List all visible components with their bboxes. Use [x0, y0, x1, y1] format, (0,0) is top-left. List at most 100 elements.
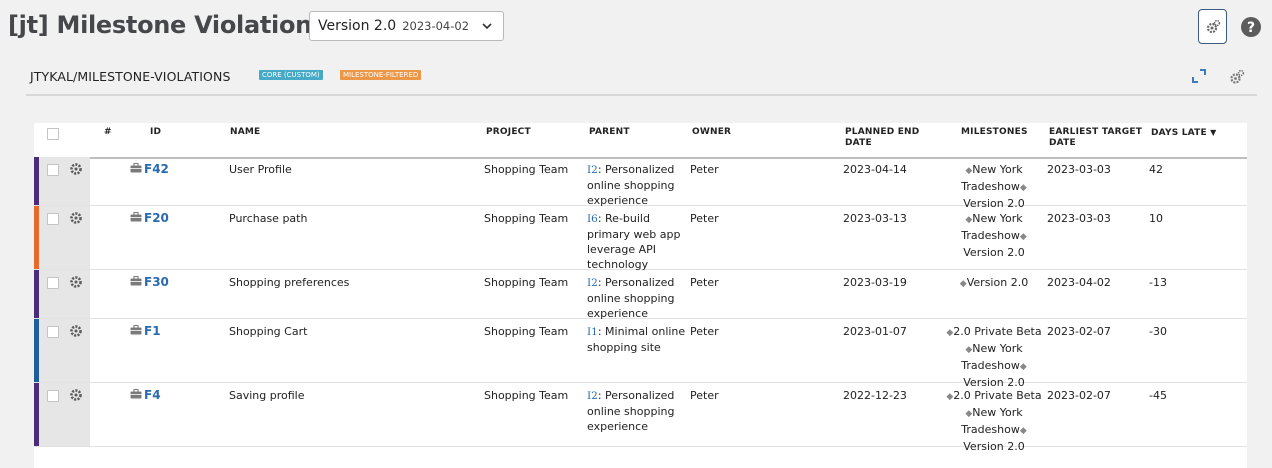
briefcase-icon — [130, 276, 142, 286]
row-name: Saving profile — [229, 389, 305, 402]
row-name: User Profile — [229, 163, 292, 176]
version-select[interactable]: Version 2.0 2023-04-02 — [309, 11, 504, 41]
svg-text:?: ? — [1247, 20, 1255, 36]
row-milestones: ◆New York Tradeshow◆ Version 2.0 — [938, 211, 1050, 260]
gear-icon[interactable] — [69, 275, 83, 289]
milestone-line: ◆2.0 Private Beta — [946, 325, 1042, 338]
diamond-icon: ◆ — [965, 409, 973, 419]
column-header-planned-end-line2: DATE — [845, 138, 872, 148]
table-row[interactable]: F20 Purchase path Shopping Team I6: Re-b… — [34, 206, 1247, 272]
row-parent-link[interactable]: I1 — [587, 326, 598, 338]
column-header-earliest-target-date[interactable]: EARLIEST TARGET DATE — [1049, 127, 1142, 149]
column-header-hash[interactable]: # — [104, 127, 112, 138]
badge-milestone-filtered: MILESTONE-FILTERED — [340, 70, 422, 80]
row-checkbox[interactable] — [47, 213, 59, 225]
table-row[interactable]: F4 Saving profile Shopping Team I2: Pers… — [34, 383, 1247, 453]
row-earliest-target-date: 2023-03-03 — [1047, 212, 1111, 225]
milestone-line: Tradeshow◆ — [961, 229, 1027, 242]
briefcase-icon — [130, 163, 142, 173]
row-parent: I2: Personalized online shopping experie… — [587, 162, 687, 208]
row-days-late: -45 — [1149, 389, 1167, 402]
column-header-planned-end-line1: PLANNED END — [845, 127, 920, 137]
milestone-line: Tradeshow◆ — [961, 359, 1027, 372]
row-id-link[interactable]: F4 — [144, 388, 161, 402]
milestone-line: ◆New York — [965, 163, 1023, 176]
row-checkbox[interactable] — [47, 326, 59, 338]
gadget-settings-icon[interactable] — [1229, 69, 1245, 85]
expand-icon[interactable] — [1192, 69, 1206, 83]
diamond-icon: ◆ — [946, 392, 954, 402]
row-parent: I1: Minimal online shopping site — [587, 324, 687, 355]
milestone-line: Tradeshow◆ — [961, 423, 1027, 436]
column-header-name[interactable]: NAME — [230, 127, 260, 138]
chevron-down-icon — [482, 23, 492, 30]
results-table: # ID NAME PROJECT PARENT OWNER PLANNED E… — [34, 123, 1247, 468]
row-id-link[interactable]: F30 — [144, 275, 169, 289]
row-checkbox[interactable] — [47, 164, 59, 176]
row-parent-link[interactable]: I2 — [587, 277, 598, 289]
sort-desc-icon: ▼ — [1210, 128, 1217, 137]
row-checkbox[interactable] — [47, 277, 59, 289]
row-project: Shopping Team — [484, 212, 569, 225]
gear-icon[interactable] — [69, 324, 83, 338]
row-name: Shopping preferences — [229, 276, 350, 289]
diamond-icon: ◆ — [965, 215, 973, 225]
help-icon[interactable]: ? — [1241, 17, 1261, 37]
diamond-icon: ◆ — [1019, 426, 1027, 436]
row-owner: Peter — [690, 163, 719, 176]
column-header-planned-end-date[interactable]: PLANNED END DATE — [845, 127, 919, 149]
divider — [26, 94, 1257, 96]
milestone-line: Tradeshow◆ — [961, 180, 1027, 193]
milestone-line: ◆New York — [965, 406, 1023, 419]
row-earliest-target-date: 2023-03-03 — [1047, 163, 1111, 176]
milestone-line: ◆2.0 Private Beta — [946, 389, 1042, 402]
row-parent-link[interactable]: I2 — [587, 390, 598, 402]
row-id-link[interactable]: F20 — [144, 211, 169, 225]
diamond-icon: ◆ — [965, 166, 973, 176]
row-project: Shopping Team — [484, 389, 569, 402]
row-parent: I2: Personalized online shopping experie… — [587, 388, 687, 434]
table-row[interactable]: F30 Shopping preferences Shopping Team I… — [34, 270, 1247, 321]
row-parent: I2: Personalized online shopping experie… — [587, 275, 687, 321]
row-name: Purchase path — [229, 212, 308, 225]
milestone-line: ◆New York — [965, 342, 1023, 355]
column-header-days-late[interactable]: DAYS LATE ▼ — [1151, 127, 1217, 139]
row-project: Shopping Team — [484, 276, 569, 289]
column-header-owner[interactable]: OWNER — [692, 127, 731, 138]
column-header-parent[interactable]: PARENT — [589, 127, 630, 138]
table-row[interactable]: F1 Shopping Cart Shopping Team I1: Minim… — [34, 319, 1247, 389]
row-parent-link[interactable]: I2 — [587, 164, 598, 176]
gear-icon[interactable] — [69, 211, 83, 225]
table-header: # ID NAME PROJECT PARENT OWNER PLANNED E… — [34, 123, 1247, 159]
row-name: Shopping Cart — [229, 325, 308, 338]
row-parent-text: : Re-build primary web app leverage API … — [587, 212, 681, 271]
column-header-id[interactable]: ID — [150, 127, 161, 138]
row-milestones: ◆New York Tradeshow◆ Version 2.0 — [938, 162, 1050, 211]
row-planned-end-date: 2023-03-19 — [843, 276, 907, 289]
row-earliest-target-date: 2023-02-07 — [1047, 389, 1111, 402]
diamond-icon: ◆ — [1019, 362, 1027, 372]
column-header-project[interactable]: PROJECT — [486, 127, 531, 138]
gear-icon[interactable] — [69, 388, 83, 402]
gear-icon[interactable] — [69, 162, 83, 176]
row-earliest-target-date: 2023-04-02 — [1047, 276, 1111, 289]
table-row[interactable]: F42 User Profile Shopping Team I2: Perso… — [34, 157, 1247, 210]
row-planned-end-date: 2023-01-07 — [843, 325, 907, 338]
row-earliest-target-date: 2023-02-07 — [1047, 325, 1111, 338]
column-header-milestones[interactable]: MILESTONES — [961, 127, 1028, 138]
row-owner: Peter — [690, 212, 719, 225]
diamond-icon: ◆ — [1019, 232, 1027, 242]
row-parent: I6: Re-build primary web app leverage AP… — [587, 211, 687, 272]
row-milestones: ◆2.0 Private Beta ◆New York Tradeshow◆ V… — [938, 388, 1050, 454]
gears-icon — [1206, 19, 1220, 33]
configure-button[interactable] — [1198, 9, 1227, 44]
row-parent-link[interactable]: I6 — [587, 213, 598, 225]
row-parent-text: : Personalized online shopping experienc… — [587, 276, 675, 320]
row-id-link[interactable]: F1 — [144, 324, 161, 338]
select-all-checkbox[interactable] — [47, 128, 59, 140]
row-owner: Peter — [690, 276, 719, 289]
row-checkbox[interactable] — [47, 390, 59, 402]
column-header-days-late-label: DAYS LATE — [1151, 128, 1207, 138]
row-id-link[interactable]: F42 — [144, 162, 169, 176]
diamond-icon: ◆ — [1019, 183, 1027, 193]
